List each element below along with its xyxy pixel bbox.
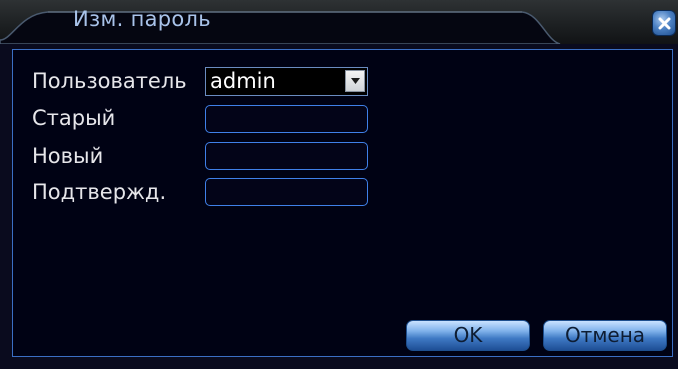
dialog-header: Изм. пароль	[0, 0, 678, 44]
cancel-button[interactable]: Отмена	[543, 320, 667, 351]
change-password-dialog: Изм. пароль Пользователь admin Старый Но…	[0, 0, 678, 369]
old-password-input[interactable]	[205, 105, 368, 133]
chevron-down-icon	[351, 78, 360, 84]
user-select[interactable]: admin	[205, 67, 368, 96]
old-password-label: Старый	[32, 106, 116, 130]
close-button[interactable]	[652, 10, 676, 36]
confirm-password-label: Подтвержд.	[32, 180, 167, 204]
new-password-input[interactable]	[205, 142, 368, 170]
confirm-password-input[interactable]	[205, 178, 368, 206]
ok-button[interactable]: OK	[406, 320, 530, 351]
close-icon	[658, 17, 671, 30]
dialog-title: Изм. пароль	[73, 7, 211, 31]
user-label: Пользователь	[32, 69, 187, 93]
new-password-label: Новый	[32, 144, 104, 168]
select-dropdown-button[interactable]	[345, 70, 365, 92]
user-select-value: admin	[210, 69, 276, 93]
